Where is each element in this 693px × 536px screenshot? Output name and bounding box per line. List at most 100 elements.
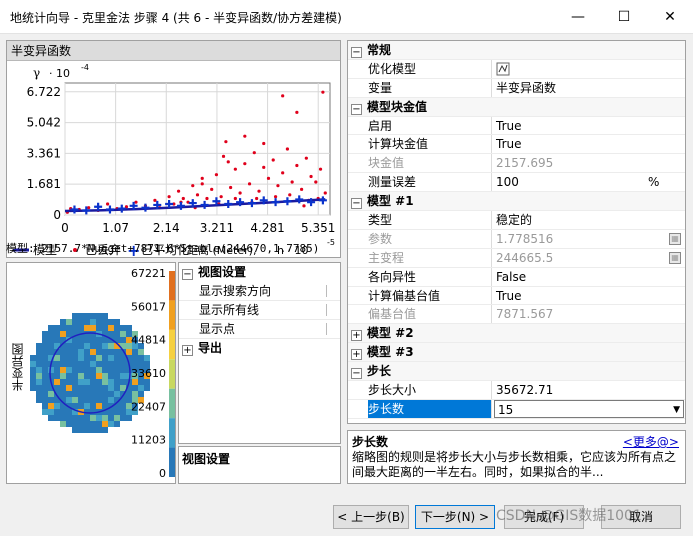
surface-cell	[42, 349, 48, 355]
section-model-1[interactable]: − 模型 #1	[348, 192, 685, 212]
surface-cell	[90, 349, 96, 355]
surface-cell	[90, 355, 96, 361]
prop-lag-count[interactable]: 步长数 15 ▼	[348, 399, 685, 420]
export-section[interactable]: + 导出	[179, 339, 340, 358]
section-lag[interactable]: − 步长	[348, 362, 685, 382]
surface-cell	[72, 403, 78, 409]
y-tick-label: 5.042	[27, 116, 61, 130]
section-label: 模型 #2	[367, 326, 414, 341]
surface-cell	[102, 427, 108, 433]
surface-cell	[96, 385, 102, 391]
collapse-icon[interactable]: −	[182, 269, 193, 280]
prop-enable[interactable]: 启用 True	[348, 116, 685, 136]
view-item-show-search-direction[interactable]: 显示搜索方向	[179, 282, 340, 301]
surface-cell	[66, 385, 72, 391]
view-item-show-all-lines[interactable]: 显示所有线	[179, 301, 340, 320]
collapse-icon[interactable]: −	[351, 47, 362, 58]
close-icon[interactable]: ✕	[647, 0, 693, 34]
calculator-icon[interactable]: ▦	[669, 232, 681, 245]
back-button[interactable]: < 上一步(B)	[333, 505, 409, 529]
section-model-2[interactable]: + 模型 #2	[348, 324, 685, 344]
surface-cell	[132, 385, 138, 391]
surface-cell	[78, 373, 84, 379]
prop-optimize-model[interactable]: 优化模型	[348, 59, 685, 79]
next-button[interactable]: 下一步(N) >	[415, 505, 495, 529]
surface-cell	[66, 373, 72, 379]
prop-measurement-error[interactable]: 测量误差 100%	[348, 173, 685, 193]
view-item-show-points[interactable]: 显示点	[179, 320, 340, 339]
lag-count-select[interactable]: 15 ▼	[494, 399, 684, 420]
surface-cell	[60, 373, 66, 379]
surface-cell	[78, 427, 84, 433]
surface-cell	[96, 325, 102, 331]
surface-cell	[54, 373, 60, 379]
surface-cell	[84, 379, 90, 385]
discarded-point	[295, 110, 299, 114]
prop-anisotropy[interactable]: 各向异性 False	[348, 267, 685, 287]
surface-cell	[54, 403, 60, 409]
checkbox-icon[interactable]	[326, 304, 336, 316]
maximize-icon[interactable]: ☐	[601, 0, 647, 34]
surface-cell	[30, 379, 36, 385]
collapse-icon[interactable]: −	[351, 368, 362, 380]
section-model-3[interactable]: + 模型 #3	[348, 343, 685, 363]
prop-parameter[interactable]: 参数 1.778516 ▦	[348, 229, 685, 249]
prop-variable[interactable]: 变量 半变异函数	[348, 78, 685, 98]
more-link[interactable]: <更多@>	[623, 433, 679, 450]
collapse-icon[interactable]: −	[351, 198, 362, 210]
surface-cell	[90, 367, 96, 373]
surface-cell	[108, 319, 114, 325]
minimize-icon[interactable]: —	[555, 0, 601, 34]
expand-icon[interactable]: +	[351, 349, 362, 361]
surface-cell	[90, 385, 96, 391]
surface-cell	[60, 367, 66, 373]
chevron-down-icon[interactable]: ▼	[673, 401, 680, 420]
surface-cell	[30, 355, 36, 361]
prop-calc-nugget[interactable]: 计算块金值 True	[348, 135, 685, 155]
surface-cell	[114, 409, 120, 415]
x-tick-label: 3.211	[200, 221, 234, 235]
discarded-point	[281, 94, 285, 98]
surface-cell	[72, 391, 78, 397]
semivariogram-surface[interactable]: 67221 56017 44814 33610 22407 11203 0	[25, 265, 175, 483]
expand-icon[interactable]: +	[351, 330, 362, 342]
surface-cell	[120, 415, 126, 421]
section-general[interactable]: − 常规	[348, 41, 685, 60]
prop-value[interactable]: 100	[496, 173, 666, 191]
view-item-label: 显示点	[199, 322, 236, 336]
prop-major-range[interactable]: 主变程 244665.5 ▦	[348, 248, 685, 268]
surface-cell	[42, 385, 48, 391]
surface-cell	[54, 355, 60, 361]
surface-cell	[102, 361, 108, 367]
checkbox-icon[interactable]	[326, 285, 336, 297]
surface-cell	[90, 319, 96, 325]
collapse-icon[interactable]: −	[351, 103, 362, 115]
surface-cell	[102, 403, 108, 409]
surface-cell	[108, 385, 114, 391]
checkbox-icon[interactable]	[326, 323, 336, 335]
prop-value: 1.778516	[496, 231, 554, 246]
surface-cell	[36, 397, 42, 403]
prop-value: True	[496, 137, 522, 152]
surface-cell	[60, 319, 66, 325]
optimize-icon[interactable]	[496, 60, 666, 78]
semivariogram-chart[interactable]: γ · 10 -4 0 1.681 3.361 5.042 6.722 0 1.07 2.14…	[7, 61, 340, 257]
view-settings-section[interactable]: − 视图设置	[179, 263, 340, 282]
surface-cell	[72, 313, 78, 319]
prop-lag-size[interactable]: 步长大小 35672.71	[348, 381, 685, 400]
surface-cell	[36, 349, 42, 355]
prop-type[interactable]: 类型 稳定的	[348, 211, 685, 230]
surface-cell	[120, 337, 126, 343]
surface-cell	[48, 409, 54, 415]
surface-cell	[66, 331, 72, 337]
prop-value[interactable]: 35672.71	[496, 381, 666, 399]
prop-calc-partial-sill[interactable]: 计算偏基台值 True	[348, 286, 685, 306]
surface-cell	[84, 421, 90, 427]
surface-cell	[90, 427, 96, 433]
calculator-icon[interactable]: ▦	[669, 251, 681, 264]
expand-icon[interactable]: +	[182, 345, 193, 356]
surface-cell	[42, 355, 48, 361]
surface-cell	[60, 349, 66, 355]
section-nugget[interactable]: − 模型块金值	[348, 97, 685, 117]
discarded-point	[205, 196, 209, 201]
